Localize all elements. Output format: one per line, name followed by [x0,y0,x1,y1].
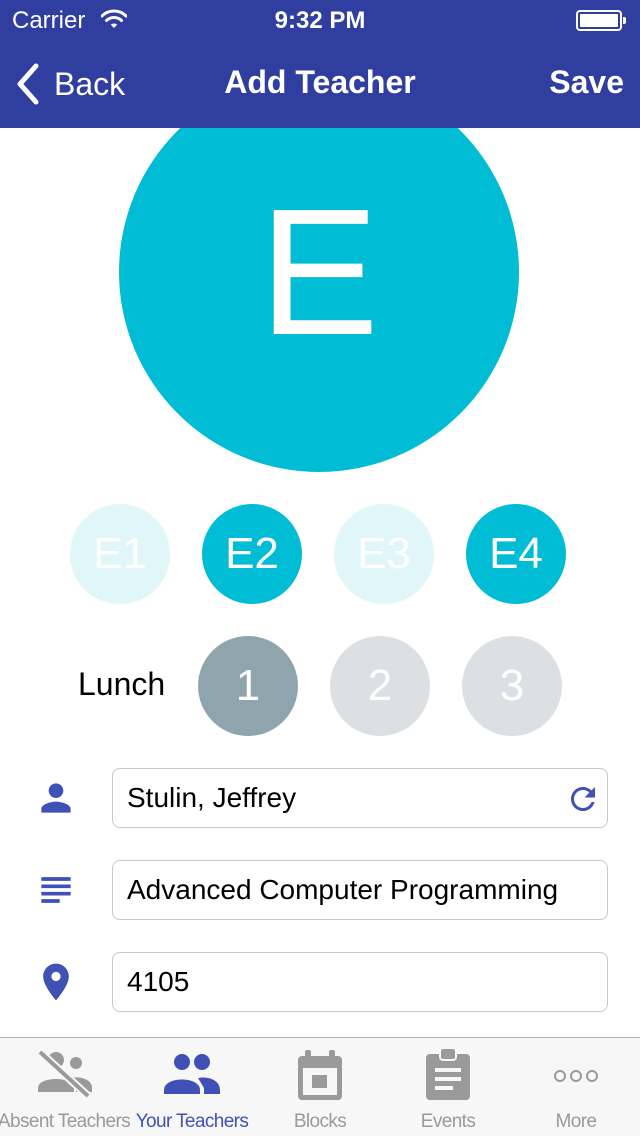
tab-absent-teachers[interactable]: Absent Teachers [0,1038,131,1136]
more-icon [554,1070,598,1082]
tab-bar: Absent Teachers Your Teachers Blocks Eve… [0,1037,640,1136]
tab-label: Your Teachers [135,1111,249,1132]
block-option-e1[interactable]: E1 [70,504,170,604]
save-button[interactable]: Save [549,64,624,101]
tab-events[interactable]: Events [384,1038,512,1136]
chevron-left-icon [17,63,39,105]
absent-teachers-icon [37,1049,92,1099]
status-time: 9:32 PM [274,7,366,34]
teacher-form: E E1 E2 E3 E4 Lunch 1 2 3 [0,128,640,1037]
back-button[interactable]: Back [14,62,125,106]
status-bar: Carrier 9:32 PM [0,0,640,40]
tab-label: More [555,1111,597,1132]
lunch-option-1[interactable]: 1 [198,636,298,736]
subject-icon [41,877,71,903]
header: Carrier 9:32 PM Back Add Teacher Save [0,0,640,128]
teacher-name-input[interactable] [113,769,607,827]
block-option-e3[interactable]: E3 [334,504,434,604]
people-icon [164,1054,220,1094]
clipboard-icon [426,1048,470,1100]
tab-your-teachers[interactable]: Your Teachers [128,1038,256,1136]
course-input[interactable] [113,861,607,919]
teacher-name-field[interactable] [112,768,608,828]
tab-blocks[interactable]: Blocks [256,1038,384,1136]
room-field[interactable] [112,952,608,1012]
back-label: Back [54,65,126,102]
block-option-e2[interactable]: E2 [202,504,302,604]
battery-icon [576,10,626,31]
block-option-e4[interactable]: E4 [466,504,566,604]
tab-more[interactable]: More [512,1038,640,1136]
refresh-icon[interactable] [565,781,601,817]
nav-bar: Back Add Teacher Save [0,40,640,128]
calendar-icon [298,1050,342,1100]
location-pin-icon [43,963,69,1001]
lunch-option-3[interactable]: 3 [462,636,562,736]
tab-label: Blocks [293,1111,347,1132]
lunch-label: Lunch [78,666,166,702]
lunch-option-2[interactable]: 2 [330,636,430,736]
person-icon [41,783,71,813]
room-input[interactable] [113,953,607,1011]
teacher-avatar[interactable]: E [119,128,519,472]
tab-label: Events [420,1111,476,1132]
course-field[interactable] [112,860,608,920]
